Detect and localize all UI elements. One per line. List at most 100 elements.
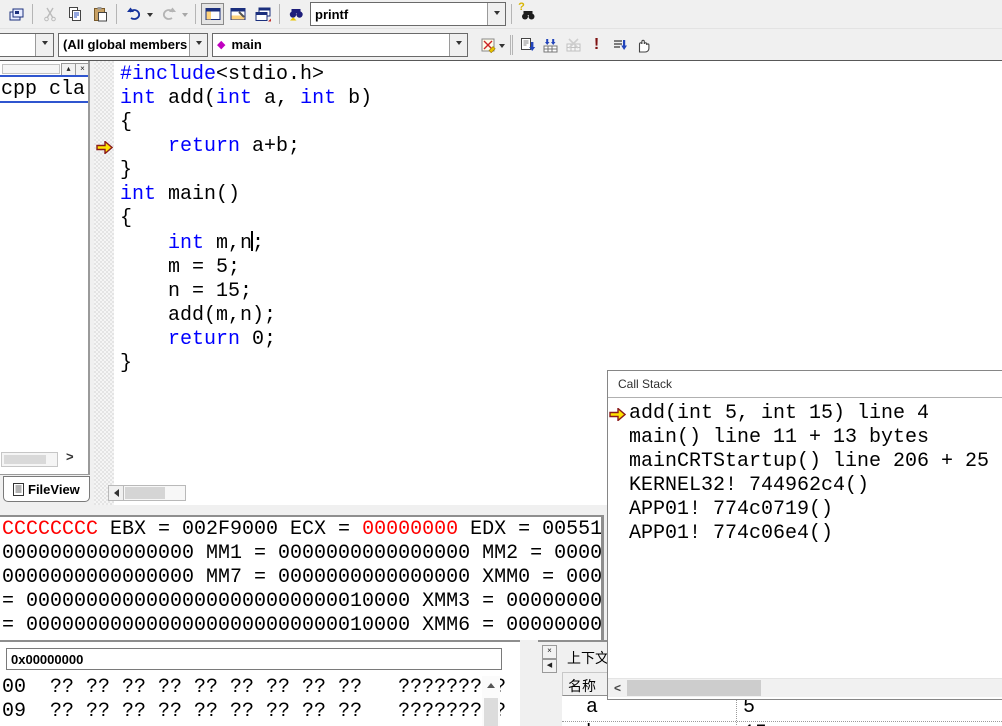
editor-hscrollbar-track[interactable] [124, 485, 186, 501]
code-line: int m,n; [120, 231, 372, 256]
editor-selection-margin[interactable] [94, 61, 114, 505]
code-line: add(m,n); [120, 304, 372, 328]
fileview-doc-icon [13, 483, 24, 496]
function-combobox[interactable]: ◆ main [212, 33, 468, 57]
callstack-frame[interactable]: KERNEL32! 744962c4() [608, 474, 1002, 498]
workspace-hscrollbar-thumb[interactable] [4, 455, 46, 464]
toolbar-separator [32, 4, 33, 24]
undo-dropdown-arrow[interactable] [147, 13, 153, 20]
variable-name: b [562, 722, 737, 726]
register-text: 0000000000000000 MM1 = 0000000000000000 … [2, 542, 602, 565]
triangle-left-icon [110, 489, 119, 497]
current-frame-arrow-icon [609, 408, 626, 421]
save-all-button[interactable] [4, 3, 27, 25]
editor-hscrollbar[interactable] [108, 485, 186, 501]
memory-vscrollbar[interactable] [482, 676, 500, 726]
call-stack-hscrollbar[interactable]: < [608, 678, 1002, 697]
callstack-frame[interactable]: main() line 11 + 13 bytes [608, 426, 1002, 450]
paste-icon [92, 6, 108, 22]
memory-rows[interactable]: 00 ?? ?? ?? ?? ?? ?? ?? ?? ?? ?????????0… [2, 676, 506, 724]
callstack-frame-text: mainCRTStartup() line 206 + 25 [629, 450, 1001, 473]
function-combobox-arrow[interactable] [449, 34, 467, 56]
tab-fileview[interactable]: FileView [3, 476, 90, 502]
code-keyword: int [168, 232, 204, 255]
code-line: m = 5; [120, 256, 372, 280]
register-line: = 00000000000000000000000000010000 XMM6 … [2, 614, 601, 638]
register-text: EBX = 002F9000 ECX = [98, 518, 362, 541]
workspace-panel: ▴ × cpp cla > [0, 61, 90, 475]
editor-hscrollbar-thumb[interactable] [125, 487, 165, 499]
members-combobox-value: (All global members [59, 37, 189, 52]
go-icon [611, 37, 628, 53]
workspace-item-label: cpp cla [1, 78, 85, 101]
find-in-files-button[interactable] [285, 3, 308, 25]
code-line: return a+b; [120, 135, 372, 159]
toggle-output-button[interactable] [226, 3, 249, 25]
execute-program-button[interactable]: ! [585, 34, 608, 56]
undo-button[interactable] [122, 3, 145, 25]
callstack-frame-text: add(int 5, int 15) line 4 [629, 402, 929, 425]
register-text: = 00000000000000000000000000010000 XMM6 … [2, 614, 604, 637]
find-combobox[interactable]: printf [310, 2, 506, 26]
members-combobox[interactable]: (All global members [58, 33, 208, 57]
scroll-left-button[interactable] [108, 485, 124, 501]
members-combobox-arrow[interactable] [189, 34, 207, 56]
close-icon: × [547, 646, 552, 655]
code-line: { [120, 207, 372, 231]
scroll-up-icon [487, 679, 495, 688]
function-diamond-icon: ◆ [217, 38, 225, 51]
memory-address: 00 [2, 676, 50, 699]
stop-build-button[interactable] [562, 34, 585, 56]
variables-close-button[interactable]: × [542, 645, 557, 659]
memory-address-input[interactable] [6, 648, 502, 670]
code-line: } [120, 352, 372, 376]
stop-debug-button[interactable] [631, 34, 654, 56]
registers-window[interactable]: CCCCCCCC EBX = 002F9000 ECX = 00000000 E… [0, 515, 604, 640]
toolbar-separator [279, 4, 280, 24]
wizardbar-dropdown-arrow[interactable] [499, 44, 505, 51]
paste-button[interactable] [88, 3, 111, 25]
build-button[interactable] [539, 34, 562, 56]
code-lines[interactable]: #include<stdio.h>int add(int a, int b){ … [120, 63, 372, 376]
callstack-frame[interactable]: APP01! 774c0719() [608, 498, 1002, 522]
code-keyword: int [300, 87, 336, 110]
workspace-hscrollbar[interactable] [1, 452, 58, 467]
redo-button[interactable] [157, 3, 180, 25]
workspace-tree-item[interactable]: cpp cla [0, 75, 88, 103]
vc6-ide-window: printf ? (All global members ◆ main [0, 0, 1002, 726]
class-combobox[interactable] [0, 33, 54, 57]
variable-row[interactable]: b15 [562, 722, 1002, 726]
copy-button[interactable] [63, 3, 86, 25]
code-text: add( [156, 87, 216, 110]
call-stack-title[interactable]: Call Stack [608, 371, 1002, 398]
register-line: = 00000000000000000000000000010000 XMM3 … [2, 590, 601, 614]
memory-vscrollbar-thumb[interactable] [484, 698, 498, 726]
call-stack-hscrollbar-thumb[interactable] [627, 680, 761, 696]
register-text: EDX = 00551 [458, 518, 602, 541]
scroll-left-button[interactable]: < [608, 679, 627, 697]
variables-collapse-button[interactable]: ◀ [542, 659, 557, 673]
go-button[interactable] [608, 34, 631, 56]
wizardbar-toolbar: (All global members ◆ main [0, 29, 1002, 60]
code-keyword: return [168, 328, 240, 351]
workspace-scroll-right-button[interactable]: > [66, 449, 74, 464]
search-help-button[interactable]: ? [517, 3, 540, 25]
class-combobox-arrow[interactable] [35, 34, 53, 56]
hand-icon [635, 37, 651, 53]
toggle-workspace-button[interactable] [201, 3, 224, 25]
callstack-frame[interactable]: add(int 5, int 15) line 4 [608, 402, 1002, 426]
compile-button[interactable] [516, 34, 539, 56]
memory-bytes: ?? ?? ?? ?? ?? ?? ?? ?? ?? [50, 700, 398, 723]
callstack-frame[interactable]: APP01! 774c06e4() [608, 522, 1002, 546]
callstack-frame[interactable]: mainCRTStartup() line 206 + 25 [608, 450, 1002, 474]
find-combobox-arrow[interactable] [487, 3, 505, 25]
toggle-windows-button[interactable] [251, 3, 274, 25]
execute-icon: ! [594, 37, 599, 53]
wizardbar-action-button[interactable] [476, 34, 499, 56]
code-keyword: int [120, 87, 156, 110]
cut-button[interactable] [38, 3, 61, 25]
code-text: } [120, 352, 132, 375]
redo-dropdown-arrow[interactable] [182, 13, 188, 20]
workspace-grip[interactable] [2, 64, 60, 74]
toolbar-separator [116, 4, 117, 24]
